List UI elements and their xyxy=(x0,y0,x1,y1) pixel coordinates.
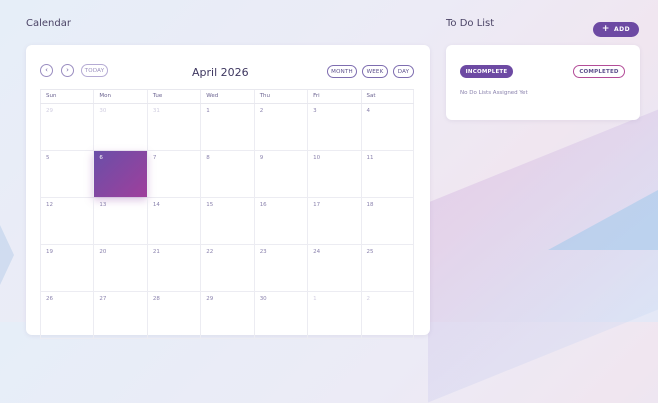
todo-card: INCOMPLETE COMPLETED No Do Lists Assigne… xyxy=(446,45,640,120)
day-cell[interactable]: 12 xyxy=(40,198,93,244)
weekday-label: Fri xyxy=(307,90,360,103)
add-todo-button[interactable]: + ADD xyxy=(593,22,639,37)
calendar-card: ‹ › TODAY April 2026 MONTH WEEK DAY Sun … xyxy=(26,45,430,339)
week-row: 12 13 14 15 16 17 18 xyxy=(40,198,414,245)
selected-day-cell[interactable]: 6 xyxy=(93,151,147,197)
day-cell[interactable]: 3 xyxy=(307,104,360,150)
week-row: 5 6 7 8 9 10 11 xyxy=(40,151,414,198)
day-cell[interactable]: 16 xyxy=(253,198,307,244)
day-view-button[interactable]: DAY xyxy=(393,65,414,78)
weekday-label: Wed xyxy=(200,90,253,103)
week-row: 19 20 21 22 23 24 25 xyxy=(40,245,414,292)
today-button[interactable]: TODAY xyxy=(81,64,108,77)
day-cell[interactable]: 30 xyxy=(93,104,146,150)
day-cell[interactable]: 20 xyxy=(93,245,146,291)
day-cell[interactable]: 15 xyxy=(200,198,253,244)
day-cell[interactable]: 23 xyxy=(253,245,307,291)
weekday-header: Sun Mon Tue Wed Thu Fri Sat xyxy=(40,89,414,104)
background-shape xyxy=(0,225,14,285)
incomplete-tab[interactable]: INCOMPLETE xyxy=(460,65,513,78)
month-title: April 2026 xyxy=(192,66,249,79)
day-cell[interactable]: 1 xyxy=(200,104,253,150)
week-view-button[interactable]: WEEK xyxy=(362,65,388,78)
next-month-button[interactable]: › xyxy=(61,64,74,77)
day-cell[interactable]: 1 xyxy=(307,292,360,338)
weekday-label: Mon xyxy=(93,90,146,103)
empty-message: No Do Lists Assigned Yet xyxy=(460,90,528,96)
day-cell[interactable]: 4 xyxy=(360,104,414,150)
day-cell[interactable]: 13 xyxy=(93,198,146,244)
chevron-right-icon: › xyxy=(66,66,69,74)
completed-tab[interactable]: COMPLETED xyxy=(573,65,625,78)
day-cell[interactable]: 2 xyxy=(360,292,414,338)
chevron-left-icon: ‹ xyxy=(45,66,48,74)
day-cell[interactable]: 5 xyxy=(40,151,93,197)
day-cell[interactable]: 26 xyxy=(40,292,93,338)
day-cell[interactable]: 18 xyxy=(360,198,414,244)
day-cell[interactable]: 9 xyxy=(253,151,307,197)
weekday-label: Sun xyxy=(40,90,93,103)
weekday-label: Tue xyxy=(146,90,200,103)
month-view-button[interactable]: MONTH xyxy=(327,65,357,78)
day-cell[interactable]: 22 xyxy=(200,245,253,291)
day-cell[interactable]: 25 xyxy=(360,245,414,291)
day-cell[interactable]: 29 xyxy=(200,292,253,338)
day-cell[interactable]: 30 xyxy=(253,292,307,338)
day-cell[interactable]: 31 xyxy=(146,104,200,150)
day-cell[interactable]: 2 xyxy=(253,104,307,150)
day-cell[interactable]: 29 xyxy=(40,104,93,150)
todo-title: To Do List xyxy=(446,18,495,29)
day-cell[interactable]: 24 xyxy=(307,245,360,291)
day-cell[interactable]: 10 xyxy=(307,151,360,197)
add-button-label: ADD xyxy=(613,26,631,33)
calendar-grid: Sun Mon Tue Wed Thu Fri Sat 29 30 31 1 2… xyxy=(40,89,414,339)
background-shape xyxy=(428,97,658,403)
week-row: 29 30 31 1 2 3 4 xyxy=(40,104,414,151)
background-shape xyxy=(548,190,658,250)
day-cell[interactable]: 11 xyxy=(360,151,414,197)
weekday-label: Thu xyxy=(253,90,307,103)
day-cell[interactable]: 17 xyxy=(307,198,360,244)
calendar-title: Calendar xyxy=(26,18,71,29)
day-cell[interactable]: 21 xyxy=(146,245,200,291)
day-cell[interactable]: 8 xyxy=(200,151,253,197)
prev-month-button[interactable]: ‹ xyxy=(40,64,53,77)
day-cell[interactable]: 28 xyxy=(146,292,200,338)
day-cell[interactable]: 19 xyxy=(40,245,93,291)
day-cell[interactable]: 27 xyxy=(93,292,146,338)
day-cell[interactable]: 7 xyxy=(146,151,200,197)
weekday-label: Sat xyxy=(360,90,414,103)
day-cell[interactable]: 14 xyxy=(146,198,200,244)
week-row: 26 27 28 29 30 1 2 xyxy=(40,292,414,339)
plus-icon: + xyxy=(601,24,610,34)
